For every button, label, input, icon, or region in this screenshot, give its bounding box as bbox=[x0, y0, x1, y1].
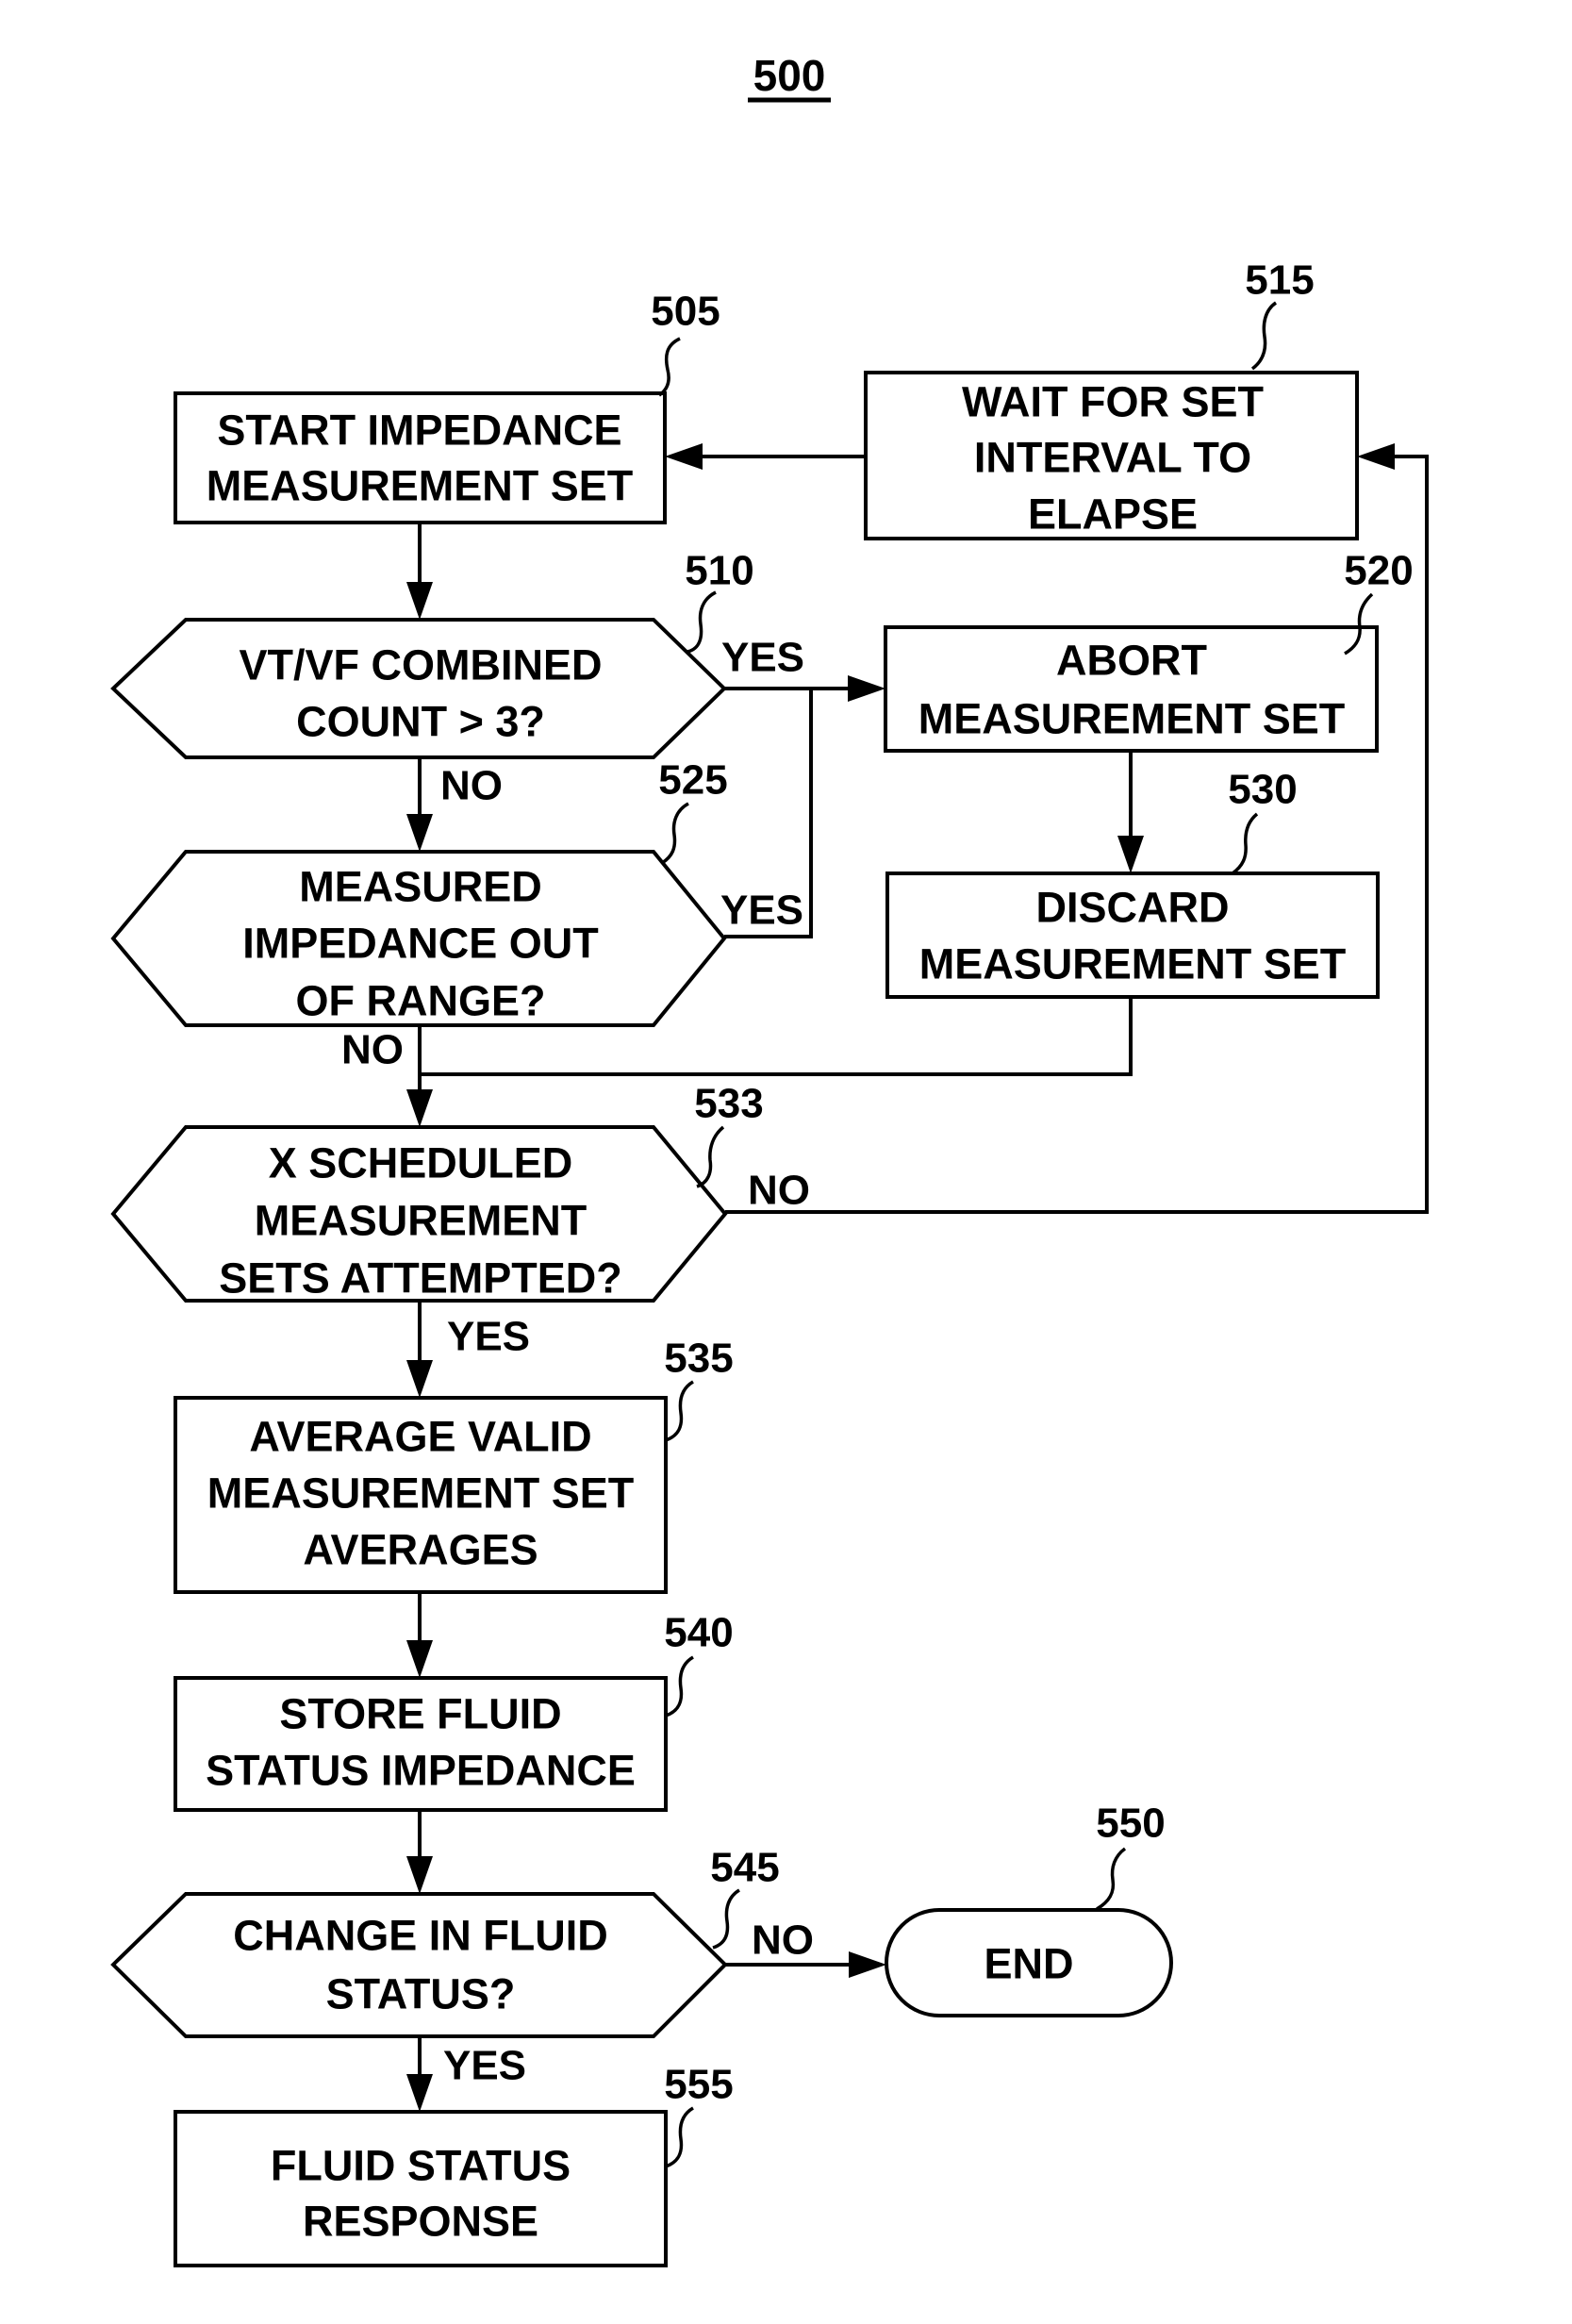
ref-label-520: 520 bbox=[1344, 548, 1413, 594]
node-540-line-1: STORE FLUID bbox=[279, 1690, 561, 1738]
arrowhead-down-icon bbox=[1117, 836, 1144, 873]
ref-label-540: 540 bbox=[664, 1610, 733, 1656]
node-530-line-2: MEASUREMENT SET bbox=[919, 940, 1347, 988]
ref-label-555: 555 bbox=[664, 2062, 733, 2108]
edge-label-510-yes: YES bbox=[721, 635, 804, 681]
leader-line-540 bbox=[665, 1655, 694, 1718]
node-535-line-2: MEASUREMENT SET bbox=[207, 1469, 635, 1518]
node-550-end-terminal: END bbox=[885, 1908, 1173, 2017]
node-510-line-2: COUNT > 3? bbox=[296, 698, 545, 746]
edge-label-525-yes: YES bbox=[720, 888, 803, 934]
edge-label-510-no: NO bbox=[440, 763, 503, 809]
arrowhead-right-icon bbox=[848, 675, 885, 702]
node-533-line-3: SETS ATTEMPTED? bbox=[219, 1254, 622, 1303]
node-520-line-1: ABORT bbox=[1056, 637, 1207, 685]
node-505-line-1: START IMPEDANCE bbox=[217, 407, 621, 455]
node-535-line-3: AVERAGES bbox=[303, 1526, 538, 1574]
node-525-line-2: IMPEDANCE OUT bbox=[242, 920, 599, 968]
leader-line-515 bbox=[1250, 301, 1278, 371]
node-505-start-impedance-measurement: START IMPEDANCE MEASUREMENT SET bbox=[174, 391, 667, 524]
arrowhead-down-icon bbox=[406, 814, 433, 852]
node-510-vtvf-count-decision: VT/VF COMBINED COUNT > 3? bbox=[110, 618, 727, 759]
node-515-line-1: WAIT FOR SET bbox=[962, 378, 1264, 426]
node-533-line-2: MEASUREMENT bbox=[255, 1197, 587, 1245]
ref-label-515: 515 bbox=[1245, 257, 1314, 304]
leader-line-555 bbox=[665, 2106, 694, 2168]
node-545-fluid-change-decision: CHANGE IN FLUID STATUS? bbox=[110, 1892, 728, 2038]
arrowhead-left-icon bbox=[1357, 443, 1395, 470]
node-515-line-3: ELAPSE bbox=[1028, 490, 1198, 539]
node-525-line-3: OF RANGE? bbox=[296, 977, 546, 1025]
arrowhead-right-icon bbox=[849, 1951, 886, 1978]
leader-line-510 bbox=[687, 590, 717, 654]
ref-label-535: 535 bbox=[664, 1336, 733, 1382]
node-535-average-valid-sets: AVERAGE VALID MEASUREMENT SET AVERAGES bbox=[174, 1396, 668, 1594]
node-530-line-1: DISCARD bbox=[1035, 884, 1229, 932]
node-555-line-1: FLUID STATUS bbox=[271, 2142, 571, 2190]
ref-label-530: 530 bbox=[1228, 767, 1297, 813]
node-520-line-2: MEASUREMENT SET bbox=[918, 695, 1346, 743]
ref-label-510: 510 bbox=[685, 548, 753, 594]
edge-label-545-yes: YES bbox=[443, 2043, 526, 2089]
node-550-label: END bbox=[984, 1940, 1073, 1988]
edge-label-525-no: NO bbox=[341, 1027, 404, 1073]
node-530-discard-measurement-set: DISCARD MEASUREMENT SET bbox=[885, 872, 1380, 999]
arrowhead-down-icon bbox=[406, 1360, 433, 1398]
node-555-fluid-status-response: FLUID STATUS RESPONSE bbox=[174, 2110, 668, 2267]
leader-line-525 bbox=[661, 802, 689, 865]
node-533-line-1: X SCHEDULED bbox=[269, 1139, 573, 1187]
leader-line-533 bbox=[696, 1125, 725, 1188]
ref-label-533: 533 bbox=[694, 1081, 763, 1127]
node-535-line-1: AVERAGE VALID bbox=[249, 1413, 591, 1461]
ref-label-545: 545 bbox=[710, 1845, 779, 1891]
figure-number: 500 bbox=[753, 51, 826, 100]
arrowhead-left-icon bbox=[665, 443, 703, 470]
leader-line-535 bbox=[665, 1380, 694, 1442]
node-525-line-1: MEASURED bbox=[299, 863, 542, 911]
node-555-line-2: RESPONSE bbox=[303, 2198, 538, 2246]
ref-label-550: 550 bbox=[1096, 1801, 1165, 1847]
arrowhead-down-icon bbox=[406, 1640, 433, 1678]
ref-label-525: 525 bbox=[658, 757, 727, 804]
ref-label-505: 505 bbox=[651, 289, 720, 335]
node-515-line-2: INTERVAL TO bbox=[974, 434, 1251, 482]
connector-533-no-515 bbox=[725, 455, 1429, 1214]
arrowhead-down-icon bbox=[406, 1856, 433, 1894]
edge-label-533-yes: YES bbox=[447, 1314, 530, 1360]
node-510-line-1: VT/VF COMBINED bbox=[239, 641, 602, 689]
node-525-impedance-range-decision: MEASURED IMPEDANCE OUT OF RANGE? bbox=[110, 850, 727, 1027]
leader-line-530 bbox=[1231, 812, 1259, 875]
arrowhead-down-icon bbox=[406, 1089, 433, 1127]
node-515-wait-for-interval: WAIT FOR SET INTERVAL TO ELAPSE bbox=[864, 371, 1359, 540]
node-520-abort-measurement-set: ABORT MEASUREMENT SET bbox=[884, 625, 1379, 753]
leader-line-505 bbox=[657, 337, 681, 397]
node-540-line-2: STATUS IMPEDANCE bbox=[206, 1747, 636, 1795]
arrowhead-down-icon bbox=[406, 582, 433, 620]
node-545-line-2: STATUS? bbox=[326, 1970, 516, 2018]
arrowhead-down-icon bbox=[406, 2074, 433, 2112]
edge-label-545-no: NO bbox=[752, 1917, 814, 1964]
flowchart: 500 START IMPEDANCE MEASUREMENT SET WAIT… bbox=[110, 51, 1429, 2267]
leader-line-545 bbox=[712, 1888, 740, 1950]
node-545-line-1: CHANGE IN FLUID bbox=[233, 1912, 608, 1960]
edge-label-533-no: NO bbox=[748, 1168, 810, 1214]
node-533-scheduled-sets-decision: X SCHEDULED MEASUREMENT SETS ATTEMPTED? bbox=[110, 1125, 728, 1303]
leader-line-550 bbox=[1096, 1847, 1127, 1911]
node-505-line-2: MEASUREMENT SET bbox=[207, 462, 634, 510]
node-540-store-fluid-status: STORE FLUID STATUS IMPEDANCE bbox=[174, 1676, 668, 1812]
